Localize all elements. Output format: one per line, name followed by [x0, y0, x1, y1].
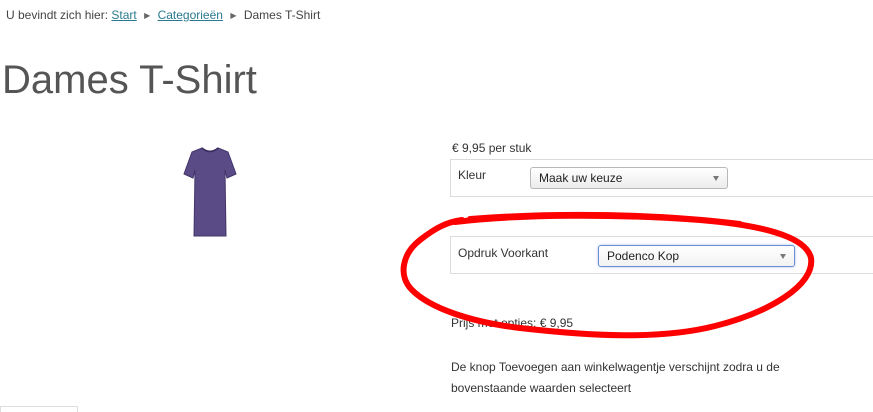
print-front-select[interactable]: Podenco Kop — [598, 245, 795, 267]
price-with-options: Prijs met opties: € 9,95 — [451, 316, 574, 330]
product-image[interactable] — [180, 140, 240, 240]
price-per-unit: € 9,95 per stuk — [452, 141, 532, 155]
print-front-select-value: Podenco Kop — [607, 249, 680, 263]
option-print-front-label: Opdruk Voorkant — [458, 246, 549, 260]
option-color-label: Kleur — [458, 168, 487, 182]
chevron-down-icon — [780, 254, 786, 259]
option-print-front-box: Opdruk Voorkant Podenco Kop — [450, 236, 873, 274]
color-select[interactable]: Maak uw keuze — [530, 167, 728, 189]
breadcrumb-current: Dames T-Shirt — [243, 8, 321, 22]
breadcrumb: U bevindt zich hier: Start ▶ Categorieën… — [6, 8, 320, 22]
tshirt-icon — [183, 147, 237, 237]
option-color-box: Kleur Maak uw keuze — [450, 159, 873, 197]
breadcrumb-separator-icon: ▶ — [144, 11, 151, 20]
breadcrumb-link-start[interactable]: Start — [111, 8, 136, 22]
add-to-cart-notice: De knop Toevoegen aan winkelwagentje ver… — [451, 360, 780, 395]
breadcrumb-link-categories[interactable]: Categorieën — [158, 8, 223, 22]
breadcrumb-separator-icon: ▶ — [230, 11, 237, 20]
bottom-tab — [0, 406, 78, 412]
color-select-value: Maak uw keuze — [539, 171, 623, 185]
page-title: Dames T-Shirt — [2, 58, 257, 102]
breadcrumb-prefix: U bevindt zich hier: — [6, 8, 109, 22]
chevron-down-icon — [713, 176, 719, 181]
